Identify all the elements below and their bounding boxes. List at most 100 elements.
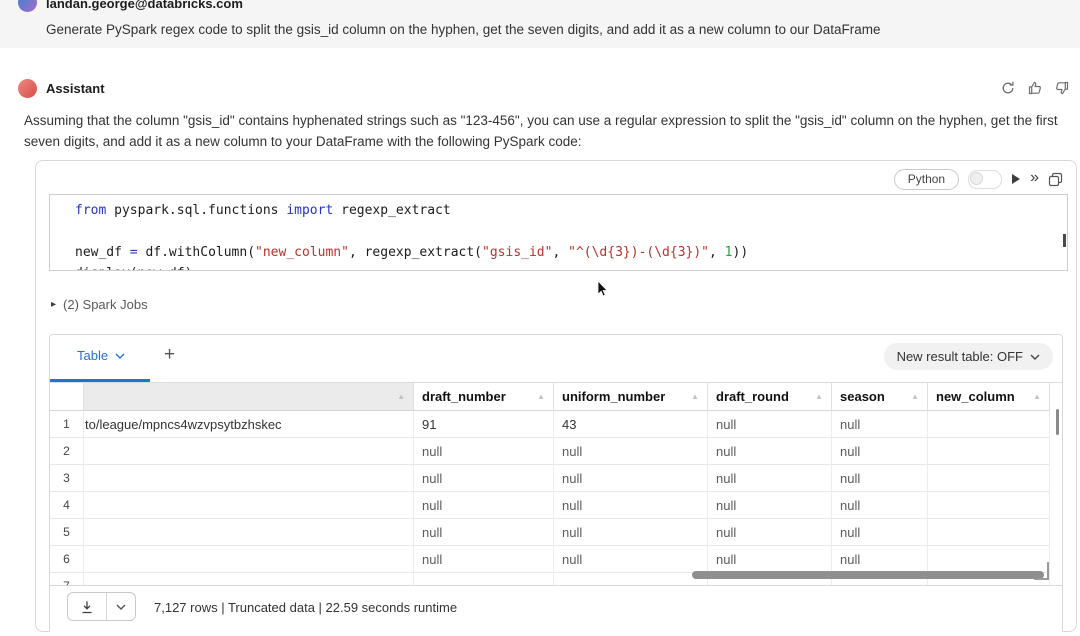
thumbs-down-icon[interactable]: [1054, 80, 1070, 96]
tab-table[interactable]: Table: [77, 348, 125, 363]
results-bottom-bar: 7,127 rows | Truncated data | 22.59 seco…: [50, 585, 1062, 636]
table-cell: null: [708, 519, 832, 546]
table-cell: [928, 519, 1050, 546]
assistant-label: Assistant: [46, 81, 105, 96]
table-cell: [84, 492, 414, 519]
assistant-avatar: [18, 79, 37, 98]
table-cell: null: [708, 411, 832, 438]
sort-icon[interactable]: ▲: [1027, 392, 1041, 401]
table-cell: [928, 492, 1050, 519]
assistant-answer: Assuming that the column "gsis_id" conta…: [24, 110, 1062, 152]
sort-icon[interactable]: ▲: [905, 392, 919, 401]
sort-icon[interactable]: ▲: [809, 392, 823, 401]
databricks-assistant-page: { "user": { "name": "landan.george@datab…: [0, 0, 1080, 607]
sort-icon[interactable]: ▲: [391, 392, 405, 401]
table-cell: [928, 438, 1050, 465]
column-header-label: season: [840, 389, 885, 404]
row-number: 3: [50, 465, 84, 492]
results-toggle[interactable]: [968, 170, 1002, 189]
chevron-down-icon: [1030, 354, 1040, 360]
table-cell: [84, 546, 414, 573]
new-result-table-toggle[interactable]: New result table: OFF: [884, 343, 1053, 370]
column-header-uniform_number[interactable]: uniform_number ▲: [554, 383, 708, 411]
table-cell: null: [832, 438, 928, 465]
add-visualization-button[interactable]: +: [164, 344, 175, 366]
table-cell: [928, 546, 1050, 573]
table-row[interactable]: 4nullnullnullnull: [50, 492, 1062, 519]
table-cell: null: [554, 546, 708, 573]
column-header-season[interactable]: season ▲: [832, 383, 928, 411]
table-cell: [84, 438, 414, 465]
regenerate-icon[interactable]: [1000, 80, 1016, 96]
run-icon[interactable]: [1011, 173, 1021, 185]
column-header-label: draft_number: [422, 389, 506, 404]
editor-scrollbar-thumb[interactable]: [1063, 234, 1066, 247]
table-cell: null: [414, 492, 554, 519]
row-number: 5: [50, 519, 84, 546]
run-all-below-icon[interactable]: »: [1030, 170, 1039, 186]
column-header-draft_number[interactable]: draft_number ▲: [414, 383, 554, 411]
table-cell: null: [414, 519, 554, 546]
column-header-new_column[interactable]: new_column ▲: [928, 383, 1050, 411]
user-name: landan.george@databricks.com: [46, 0, 243, 11]
table-cell: null: [708, 492, 832, 519]
table-cell: null: [414, 465, 554, 492]
table-cell: null: [708, 546, 832, 573]
vertical-scrollbar-thumb[interactable]: [1056, 409, 1059, 435]
table-cell: null: [554, 465, 708, 492]
new-result-table-label: New result table: OFF: [897, 349, 1023, 364]
table-row[interactable]: 5nullnullnullnull: [50, 519, 1062, 546]
results-grid: ▲draft_number▲uniform_number▲draft_round…: [50, 382, 1062, 586]
sort-icon[interactable]: ▲: [685, 392, 699, 401]
row-number: 4: [50, 492, 84, 519]
copy-icon[interactable]: [1048, 172, 1063, 187]
table-row[interactable]: 6nullnullnullnull: [50, 546, 1062, 573]
table-row[interactable]: 2nullnullnullnull: [50, 438, 1062, 465]
row-number: 1: [50, 411, 84, 438]
table-cell: to/league/mpncs4wzvpsytbzhskec: [84, 411, 414, 438]
language-selector[interactable]: Python: [894, 169, 959, 190]
table-cell: null: [414, 438, 554, 465]
notebook-cell: Python » from pyspark.sql.functions impo…: [35, 160, 1077, 632]
disclosure-triangle-icon: ▸: [51, 299, 56, 310]
table-cell: null: [554, 519, 708, 546]
table-cell: [928, 411, 1050, 438]
table-cell: [84, 465, 414, 492]
column-header-draft_round[interactable]: draft_round ▲: [708, 383, 832, 411]
column-header[interactable]: ▲: [84, 383, 414, 411]
table-cell: 43: [554, 411, 708, 438]
sort-icon[interactable]: ▲: [531, 392, 545, 401]
column-header[interactable]: [50, 383, 84, 411]
results-status-text: 7,127 rows | Truncated data | 22.59 seco…: [154, 600, 457, 615]
table-cell: [928, 465, 1050, 492]
column-header-label: new_column: [936, 389, 1015, 404]
table-row[interactable]: 3nullnullnullnull: [50, 465, 1062, 492]
grid-body: 1to/league/mpncs4wzvpsytbzhskec9143nulln…: [50, 411, 1062, 586]
spark-jobs-toggle[interactable]: ▸ (2) Spark Jobs: [51, 297, 148, 312]
toggle-knob: [970, 172, 983, 185]
table-cell: null: [832, 492, 928, 519]
column-header-label: uniform_number: [562, 389, 665, 404]
table-cell: null: [708, 438, 832, 465]
user-message-text: Generate PySpark regex code to split the…: [46, 22, 880, 37]
table-cell: null: [832, 519, 928, 546]
thumbs-up-icon[interactable]: [1027, 80, 1043, 96]
user-avatar: [18, 0, 37, 12]
table-cell: 91: [414, 411, 554, 438]
cell-toolbar: Python »: [894, 168, 1063, 190]
user-message-block: landan.george@databricks.com Generate Py…: [0, 0, 1080, 48]
tab-table-label: Table: [77, 348, 108, 363]
column-header-label: draft_round: [716, 389, 789, 404]
table-cell: null: [554, 492, 708, 519]
code-editor[interactable]: from pyspark.sql.functions import regexp…: [49, 194, 1068, 271]
horizontal-scrollbar-thumb[interactable]: [692, 571, 1044, 579]
table-row[interactable]: 1to/league/mpncs4wzvpsytbzhskec9143nulln…: [50, 411, 1062, 438]
table-cell: null: [414, 546, 554, 573]
table-cell: null: [554, 438, 708, 465]
row-number: 2: [50, 438, 84, 465]
table-cell: null: [708, 465, 832, 492]
results-panel: Table + New result table: OFF ▲draft_num…: [49, 334, 1063, 634]
table-cell: null: [832, 546, 928, 573]
row-number: 6: [50, 546, 84, 573]
chevron-down-icon: [115, 353, 125, 359]
